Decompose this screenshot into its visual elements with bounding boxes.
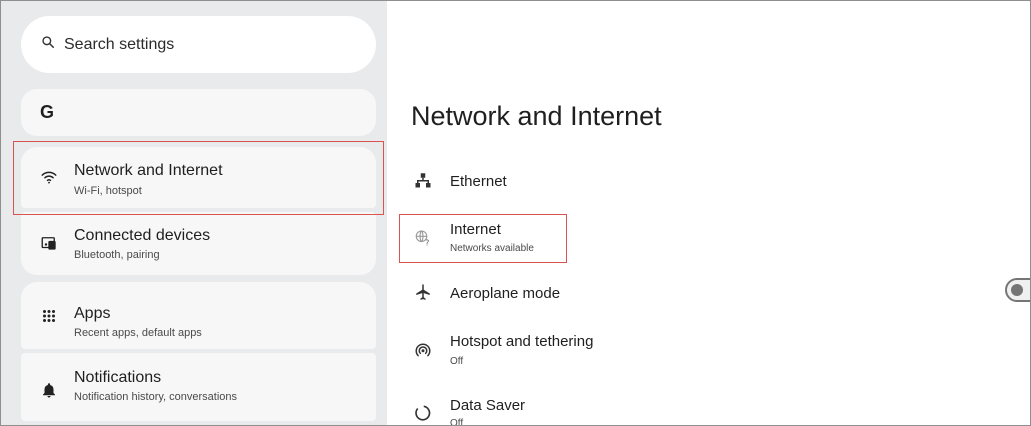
google-logo: G (40, 102, 55, 122)
page-title: Network and Internet (411, 101, 662, 131)
sidebar-item-notifications[interactable]: Notifications Notification history, conv… (21, 353, 376, 421)
svg-text:?: ? (425, 238, 429, 246)
sidebar-item-apps[interactable]: Apps Recent apps, default apps (21, 282, 376, 349)
settings-window: Search settings G Network and Internet W… (0, 0, 1031, 426)
bell-icon (39, 380, 59, 400)
sidebar-item-connected-devices[interactable]: Connected devices Bluetooth, pairing (21, 212, 376, 275)
search-icon (41, 35, 55, 54)
aeroplane-mode-toggle[interactable] (1005, 278, 1030, 302)
data-saver-icon (413, 403, 433, 423)
row-subtitle: Networks available (450, 243, 534, 254)
google-account-card[interactable]: G (21, 89, 376, 136)
sidebar-item-label: Connected devices (74, 227, 211, 244)
globe-question-icon: ? (413, 227, 433, 247)
hotspot-icon (413, 340, 433, 360)
sidebar-item-label: Notifications (74, 369, 162, 386)
sidebar-item-subtitle: Wi-Fi, hotspot (74, 185, 142, 197)
main-pane: Network and Internet Ethernet ? Internet… (387, 1, 1030, 425)
wifi-icon (39, 167, 59, 187)
devices-icon (39, 233, 59, 253)
apps-grid-icon (39, 306, 59, 326)
row-title: Ethernet (450, 173, 507, 190)
row-title: Internet (450, 221, 501, 238)
row-subtitle: Off (450, 356, 464, 367)
sidebar: Search settings G Network and Internet W… (1, 1, 387, 425)
search-placeholder: Search settings (64, 35, 175, 53)
sidebar-item-network[interactable]: Network and Internet Wi-Fi, hotspot (21, 147, 376, 208)
row-subtitle: Off (450, 418, 464, 426)
row-title: Aeroplane mode (450, 285, 561, 302)
sidebar-item-subtitle: Recent apps, default apps (74, 327, 202, 339)
airplane-icon (413, 282, 433, 302)
sidebar-item-label: Network and Internet (74, 162, 223, 179)
sidebar-item-subtitle: Bluetooth, pairing (74, 249, 160, 261)
sidebar-item-subtitle: Notification history, conversations (74, 391, 238, 403)
row-title: Data Saver (450, 397, 526, 414)
sidebar-item-label: Apps (74, 305, 111, 322)
search-bar[interactable]: Search settings (21, 16, 376, 73)
row-title: Hotspot and tethering (450, 333, 594, 350)
toggle-knob (1011, 284, 1023, 296)
ethernet-icon (413, 170, 433, 190)
